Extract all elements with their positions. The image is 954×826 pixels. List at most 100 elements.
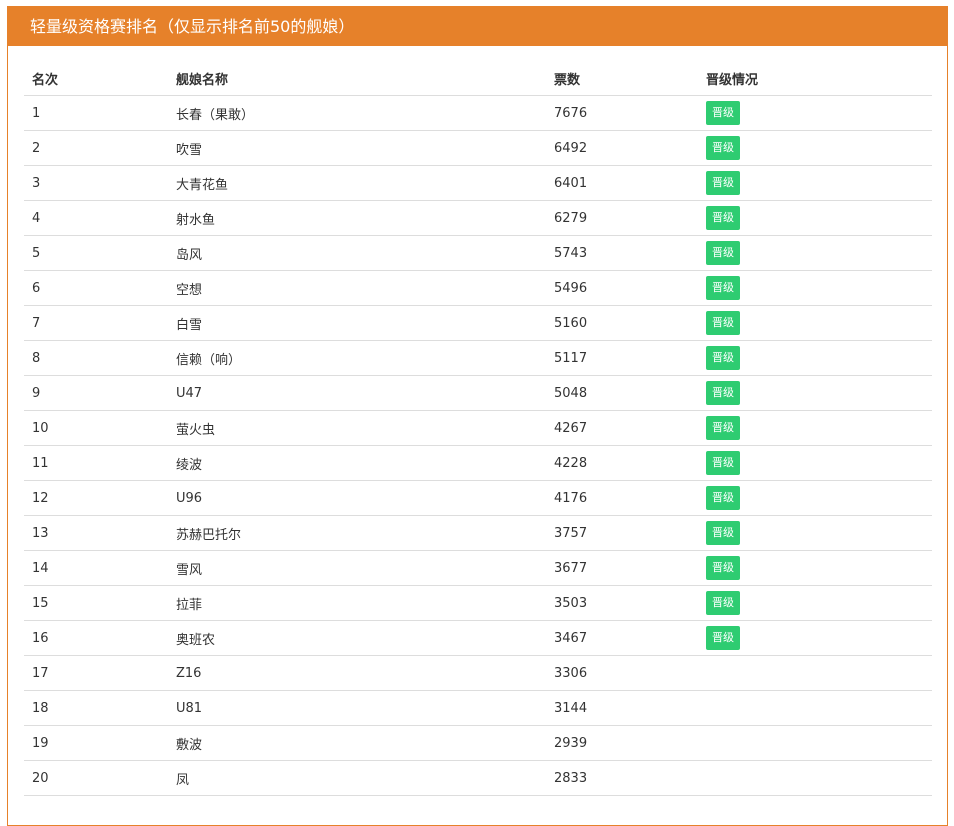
promoted-badge[interactable]: 晋级 xyxy=(706,136,740,160)
column-header-rank: 名次 xyxy=(24,61,168,96)
rank-cell: 17 xyxy=(24,655,168,691)
rank-cell: 18 xyxy=(24,690,168,726)
ship-name-cell: 苏赫巴托尔 xyxy=(168,515,546,551)
table-row: 8 信赖（响） 5117 晋级 xyxy=(24,340,932,376)
votes-cell: 4176 xyxy=(546,480,698,516)
rank-cell: 6 xyxy=(24,270,168,306)
status-cell: 晋级 xyxy=(698,410,932,446)
table-row: 1 长春（果敢） 7676 晋级 xyxy=(24,95,932,131)
status-cell: 晋级 xyxy=(698,305,932,341)
status-cell: 晋级 xyxy=(698,235,932,271)
promoted-badge[interactable]: 晋级 xyxy=(706,486,740,510)
rank-cell: 19 xyxy=(24,725,168,761)
ship-name-cell: 绫波 xyxy=(168,445,546,481)
votes-cell: 5496 xyxy=(546,270,698,306)
status-cell: 晋级 xyxy=(698,95,932,131)
table-row: 6 空想 5496 晋级 xyxy=(24,270,932,306)
ship-name-cell: 大青花鱼 xyxy=(168,165,546,201)
status-cell: 晋级 xyxy=(698,200,932,236)
rank-cell: 5 xyxy=(24,235,168,271)
promoted-badge[interactable]: 晋级 xyxy=(706,381,740,405)
ship-name-cell: U81 xyxy=(168,690,546,726)
table-row: 13 苏赫巴托尔 3757 晋级 xyxy=(24,515,932,551)
rank-cell: 2 xyxy=(24,130,168,166)
ship-name-cell: 白雪 xyxy=(168,305,546,341)
votes-cell: 3306 xyxy=(546,655,698,691)
rank-cell: 15 xyxy=(24,585,168,621)
ship-name-cell: 信赖（响） xyxy=(168,340,546,376)
ranking-panel: 轻量级资格赛排名（仅显示排名前50的舰娘） 名次 舰娘名称 票数 晋级情况 1长… xyxy=(7,6,948,826)
promoted-badge[interactable]: 晋级 xyxy=(706,101,740,125)
table-row: 16 奥班农 3467 晋级 xyxy=(24,620,932,656)
promoted-badge[interactable]: 晋级 xyxy=(706,556,740,580)
promoted-badge[interactable]: 晋级 xyxy=(706,276,740,300)
table-row: 4 射水鱼 6279 晋级 xyxy=(24,200,932,236)
table-row: 5 岛风 5743 晋级 xyxy=(24,235,932,271)
votes-cell: 4267 xyxy=(546,410,698,446)
ship-name-cell: U96 xyxy=(168,480,546,516)
votes-cell: 5117 xyxy=(546,340,698,376)
promoted-badge[interactable]: 晋级 xyxy=(706,591,740,615)
promoted-badge[interactable]: 晋级 xyxy=(706,171,740,195)
status-cell xyxy=(698,655,932,691)
status-cell: 晋级 xyxy=(698,620,932,656)
votes-cell: 5048 xyxy=(546,375,698,411)
votes-cell: 3757 xyxy=(546,515,698,551)
table-row: 14 雪风 3677 晋级 xyxy=(24,550,932,586)
table-row: 11 绫波 4228 晋级 xyxy=(24,445,932,481)
promoted-badge[interactable]: 晋级 xyxy=(706,416,740,440)
status-cell: 晋级 xyxy=(698,340,932,376)
table-row: 10 萤火虫 4267 晋级 xyxy=(24,410,932,446)
rank-cell: 12 xyxy=(24,480,168,516)
rank-cell: 1 xyxy=(24,95,168,131)
rank-cell: 10 xyxy=(24,410,168,446)
ship-name-cell: 射水鱼 xyxy=(168,200,546,236)
promoted-badge[interactable]: 晋级 xyxy=(706,626,740,650)
status-cell: 晋级 xyxy=(698,445,932,481)
votes-cell: 2939 xyxy=(546,725,698,761)
votes-cell: 4228 xyxy=(546,445,698,481)
table-row: 17 Z16 3306 xyxy=(24,655,932,691)
ship-name-cell: 凤 xyxy=(168,760,546,796)
status-cell: 晋级 xyxy=(698,585,932,621)
promoted-badge[interactable]: 晋级 xyxy=(706,451,740,475)
promoted-badge[interactable]: 晋级 xyxy=(706,346,740,370)
column-header-status: 晋级情况 xyxy=(698,61,932,96)
status-cell: 晋级 xyxy=(698,130,932,166)
votes-cell: 6492 xyxy=(546,130,698,166)
status-cell xyxy=(698,725,932,761)
ship-name-cell: 雪风 xyxy=(168,550,546,586)
votes-cell: 5743 xyxy=(546,235,698,271)
ship-name-cell: 萤火虫 xyxy=(168,410,546,446)
status-cell: 晋级 xyxy=(698,480,932,516)
ranking-table: 名次 舰娘名称 票数 晋级情况 1 长春（果敢） 7676 晋级 2 吹雪 6492 晋级 3 大… xyxy=(24,61,932,796)
ship-name-cell: 长春（果敢） xyxy=(168,95,546,131)
votes-cell: 6279 xyxy=(546,200,698,236)
table-row: 20 凤 2833 xyxy=(24,760,932,796)
status-cell: 晋级 xyxy=(698,375,932,411)
ship-name-cell: 空想 xyxy=(168,270,546,306)
promoted-badge[interactable]: 晋级 xyxy=(706,311,740,335)
votes-cell: 2833 xyxy=(546,760,698,796)
rank-cell: 20 xyxy=(24,760,168,796)
votes-cell: 3144 xyxy=(546,690,698,726)
status-cell: 晋级 xyxy=(698,515,932,551)
column-header-votes: 票数 xyxy=(546,61,698,96)
status-cell: 晋级 xyxy=(698,550,932,586)
promoted-badge[interactable]: 晋级 xyxy=(706,521,740,545)
rank-cell: 14 xyxy=(24,550,168,586)
rank-cell: 9 xyxy=(24,375,168,411)
rank-cell: 11 xyxy=(24,445,168,481)
ship-name-cell: U47 xyxy=(168,375,546,411)
status-cell: 晋级 xyxy=(698,270,932,306)
promoted-badge[interactable]: 晋级 xyxy=(706,206,740,230)
votes-cell: 3677 xyxy=(546,550,698,586)
votes-cell: 3467 xyxy=(546,620,698,656)
table-row: 3 大青花鱼 6401 晋级 xyxy=(24,165,932,201)
votes-cell: 7676 xyxy=(546,95,698,131)
table-row: 15 拉菲 3503 晋级 xyxy=(24,585,932,621)
promoted-badge[interactable]: 晋级 xyxy=(706,241,740,265)
votes-cell: 6401 xyxy=(546,165,698,201)
ship-name-cell: 吹雪 xyxy=(168,130,546,166)
status-cell xyxy=(698,760,932,796)
